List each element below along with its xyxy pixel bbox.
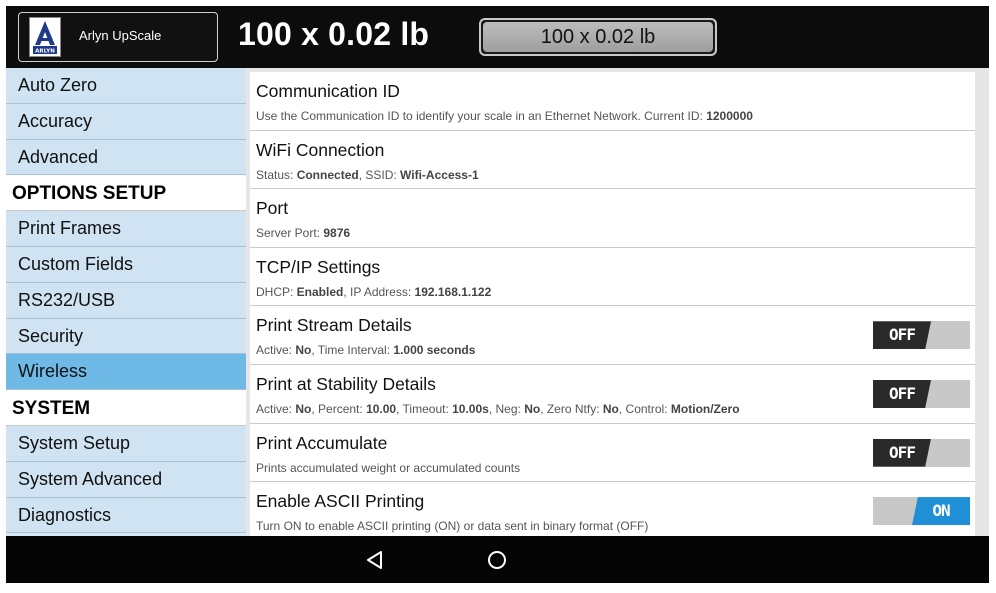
setting-title: Port (256, 198, 289, 219)
app-logo[interactable]: ARLYN Arlyn UpScale (18, 12, 218, 62)
wifi-ssid-value: Wifi-Access-1 (400, 167, 479, 182)
print-stability-toggle[interactable]: OFF (873, 379, 970, 408)
sidebar-item-system-setup[interactable]: System Setup (6, 425, 246, 462)
weight-display: 100 x 0.02 lb (238, 16, 430, 52)
setting-description: Active: No, Percent: 10.00, Timeout: 10.… (256, 401, 740, 416)
setting-title: Enable ASCII Printing (256, 491, 425, 512)
system-nav-bar (6, 536, 989, 583)
setting-communication-id[interactable]: Communication ID Use the Communication I… (250, 72, 975, 131)
setting-print-stability[interactable]: Print at Stability Details Active: No, P… (250, 364, 975, 424)
header-bar: ARLYN Arlyn UpScale 100 x 0.02 lb 100 x … (6, 6, 989, 68)
sidebar-item-diagnostics[interactable]: Diagnostics (6, 497, 246, 534)
app-name: Arlyn UpScale (79, 28, 162, 43)
sidebar-item-advanced[interactable]: Advanced (6, 139, 246, 176)
sidebar-section-system: SYSTEM (6, 390, 246, 426)
back-triangle-icon[interactable] (364, 549, 386, 571)
server-port-value: 9876 (323, 226, 351, 241)
setting-title: TCP/IP Settings (256, 256, 381, 277)
setting-tcpip[interactable]: TCP/IP Settings DHCP: Enabled, IP Addres… (250, 247, 975, 307)
settings-panel: Communication ID Use the Communication I… (246, 68, 989, 536)
toggle-knob: OFF (873, 438, 931, 467)
sidebar-section-options-setup: OPTIONS SETUP (6, 175, 246, 212)
setting-title: Print Accumulate (256, 432, 388, 453)
setting-wifi-connection[interactable]: WiFi Connection Status: Connected, SSID:… (250, 130, 975, 190)
setting-description: Use the Communication ID to identify you… (256, 109, 753, 123)
setting-title: Print Stream Details (256, 315, 412, 336)
toggle-knob: OFF (873, 379, 931, 408)
sidebar-item-system-advanced[interactable]: System Advanced (6, 461, 246, 498)
setting-print-stream[interactable]: Print Stream Details Active: No, Time In… (250, 306, 975, 365)
settings-list: Communication ID Use the Communication I… (250, 72, 975, 536)
setting-print-accumulate[interactable]: Print Accumulate Prints accumulated weig… (250, 423, 975, 483)
setting-description: Server Port: 9876 (256, 226, 351, 241)
sidebar-item-rs232-usb[interactable]: RS232/USB (6, 282, 246, 319)
setting-description: Prints accumulated weight or accumulated… (256, 460, 521, 475)
toggle-knob: ON (912, 497, 970, 526)
sidebar-item-accuracy[interactable]: Accuracy (6, 103, 246, 140)
sidebar-item-security[interactable]: Security (6, 318, 246, 355)
arlyn-logo-icon: ARLYN (29, 17, 61, 57)
weight-readout-text: 100 x 0.02 lb (483, 22, 713, 52)
toggle-knob: OFF (873, 321, 931, 350)
weight-readout-box[interactable]: 100 x 0.02 lb (479, 18, 717, 56)
wifi-status-value: Connected (296, 167, 359, 182)
setting-description: Status: Connected, SSID: Wifi-Access-1 (256, 167, 479, 182)
ascii-printing-toggle[interactable]: ON (873, 497, 970, 526)
home-circle-icon[interactable] (486, 549, 508, 571)
current-id-value: 1200000 (706, 109, 753, 123)
setting-title: Print at Stability Details (256, 373, 436, 394)
print-accumulate-toggle[interactable]: OFF (873, 438, 970, 467)
sidebar: Auto Zero Accuracy Advanced OPTIONS SETU… (6, 68, 246, 536)
ip-address-value: 192.168.1.122 (414, 284, 492, 299)
dhcp-value: Enabled (296, 284, 344, 299)
sidebar-item-print-frames[interactable]: Print Frames (6, 211, 246, 247)
setting-description: Turn ON to enable ASCII printing (ON) or… (256, 519, 649, 534)
setting-ascii-printing[interactable]: Enable ASCII Printing Turn ON to enable … (250, 482, 975, 536)
sidebar-item-auto-zero[interactable]: Auto Zero (6, 68, 246, 104)
sidebar-item-wireless[interactable]: Wireless (6, 354, 246, 391)
setting-port[interactable]: Port Server Port: 9876 (250, 189, 975, 248)
app-window: ARLYN Arlyn UpScale 100 x 0.02 lb 100 x … (6, 6, 989, 583)
print-stream-toggle[interactable]: OFF (873, 321, 970, 350)
setting-description: Active: No, Time Interval: 1.000 seconds (256, 343, 476, 358)
setting-title: Communication ID (256, 81, 400, 101)
logo-caption: ARLYN (35, 49, 55, 55)
sidebar-item-custom-fields[interactable]: Custom Fields (6, 246, 246, 283)
setting-title: WiFi Connection (256, 139, 385, 160)
setting-description: DHCP: Enabled, IP Address: 192.168.1.122 (256, 284, 492, 299)
